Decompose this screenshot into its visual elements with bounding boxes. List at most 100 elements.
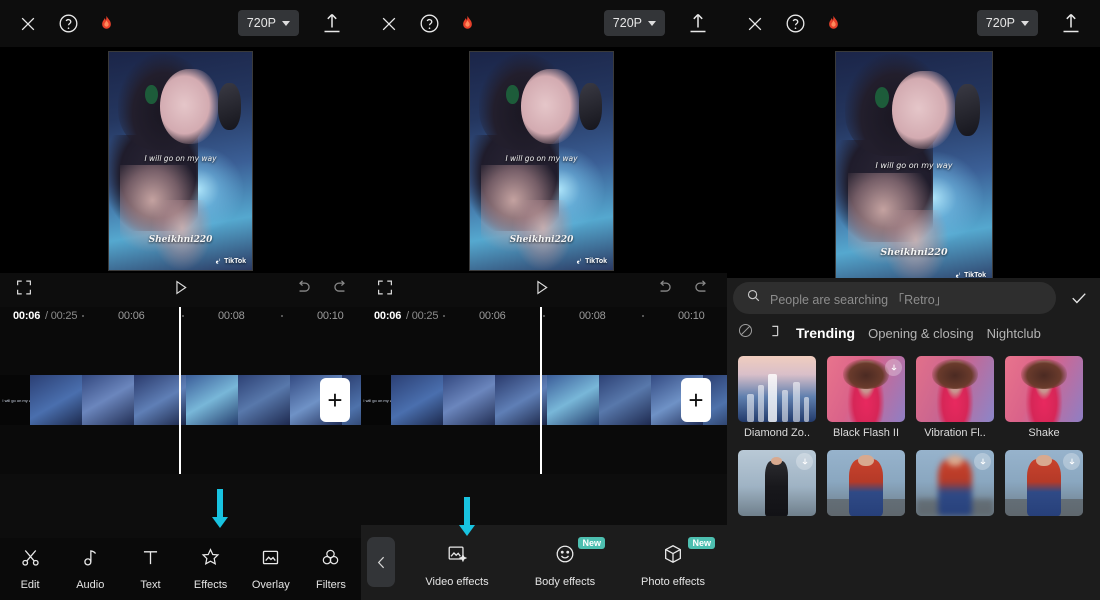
close-icon[interactable] [740,9,770,39]
video-caption: I will go on my way [875,161,953,171]
tool-photo-effects[interactable]: New Photo effects [619,537,727,588]
close-icon[interactable] [374,9,404,39]
effect-item[interactable]: Vibration Fl.. [916,356,994,439]
timeline-tracks[interactable]: I will go on my way + [361,307,727,474]
effect-item[interactable] [1005,450,1083,521]
tool-body-effects[interactable]: New Body effects [511,537,619,588]
filmstrip-cell[interactable] [599,375,651,425]
upload-icon[interactable] [1058,9,1084,37]
effect-thumbnail[interactable] [827,450,905,516]
search-input[interactable]: People are searching 「Retro」 [733,282,1056,314]
tool-filters[interactable]: Filters [301,547,361,591]
effect-thumbnail[interactable] [1005,450,1083,516]
filmstrip-cell[interactable] [547,375,599,425]
effect-thumbnail[interactable] [738,450,816,516]
tiktok-badge: TikTok [576,258,607,265]
download-icon[interactable] [1063,453,1080,470]
chevron-down-icon [1021,20,1029,26]
current-time-label: 00:06 [374,310,402,322]
effect-item[interactable]: Shake [1005,356,1083,439]
add-clip-button[interactable]: + [681,378,711,422]
tab-opening-closing[interactable]: Opening & closing [868,326,974,341]
download-icon[interactable] [885,359,902,376]
help-circle-icon[interactable] [55,11,81,37]
total-time-label: / 00:25 [45,310,78,322]
new-badge: New [688,537,715,549]
checkmark-icon[interactable] [1064,288,1094,308]
filmstrip-cell[interactable] [391,375,443,425]
flame-icon[interactable] [822,11,844,37]
effect-item[interactable] [738,450,816,521]
effect-thumbnail[interactable] [738,356,816,422]
tool-audio[interactable]: Audio [60,547,120,591]
help-circle-icon[interactable] [416,11,442,37]
playhead[interactable] [540,307,542,474]
search-row: People are searching 「Retro」 [727,278,1100,318]
flame-icon[interactable] [95,11,117,37]
effect-item[interactable] [916,450,994,521]
filmstrip-cell[interactable] [30,375,82,425]
editor-panel-effects-menu: 720P I will go on my way Sheikhni220 Tik… [361,0,727,600]
upload-icon[interactable] [319,9,345,37]
ruler-tick [642,315,644,317]
filmstrip-cell[interactable] [443,375,495,425]
redo-icon[interactable] [331,278,350,302]
back-button[interactable] [367,537,395,587]
effect-item[interactable]: Diamond Zo.. [738,356,816,439]
tool-label: Photo effects [640,576,705,588]
filmstrip-cell[interactable]: I will go on my way [361,375,397,425]
filmstrip-cell[interactable] [186,375,238,425]
effect-thumbnail[interactable] [1005,356,1083,422]
add-clip-button[interactable]: + [320,378,350,422]
bracket-crop-icon[interactable] [767,323,783,344]
timeline-ruler[interactable]: 00:06 / 00:25 00:06 00:08 00:10 [361,307,727,326]
effect-thumbnail[interactable] [827,356,905,422]
expand-icon[interactable] [376,279,394,302]
effect-label: Black Flash II [832,427,900,439]
three-circles-icon [320,547,341,573]
close-icon[interactable] [13,9,43,39]
upload-icon[interactable] [685,9,711,37]
tab-trending[interactable]: Trending [796,325,855,341]
no-effect-icon[interactable] [737,322,754,344]
effect-thumbnail[interactable] [916,356,994,422]
video-frame[interactable]: I will go on my way Sheikhni220 TikTok [469,51,614,271]
resolution-selector[interactable]: 720P [603,10,665,36]
redo-icon[interactable] [692,278,711,302]
tab-nightclub[interactable]: Nightclub [987,326,1041,341]
download-icon[interactable] [974,453,991,470]
tool-edit[interactable]: Edit [0,547,60,591]
tool-video-effects[interactable]: Video effects [403,543,511,588]
filmstrip-cell[interactable]: I will go on my way [0,375,36,425]
flame-icon[interactable] [456,11,478,37]
filmstrip-cell[interactable] [82,375,134,425]
tool-effects[interactable]: Effects [181,547,241,591]
timeline-tracks[interactable]: I will go on my way + [0,307,361,474]
download-icon[interactable] [796,453,813,470]
play-icon[interactable] [171,278,190,302]
tool-label: Effects [193,579,228,591]
playhead[interactable] [179,307,181,474]
down-arrow-annotation [212,489,228,528]
chevron-down-icon [648,20,656,26]
effect-item[interactable] [827,450,905,521]
help-circle-icon[interactable] [782,11,808,37]
effects-tab-bar: Trending Opening & closing Nightclub [727,318,1100,348]
effect-thumbnail[interactable] [916,450,994,516]
tool-overlay[interactable]: Overlay [241,547,301,591]
undo-icon[interactable] [294,278,313,302]
clip-filmstrip[interactable]: I will go on my way [361,375,727,425]
video-frame[interactable]: I will go on my way Sheikhni220 TikTok [835,51,993,285]
play-icon[interactable] [532,278,551,302]
expand-icon[interactable] [15,279,33,302]
effect-item[interactable]: Black Flash II [827,356,905,439]
resolution-selector[interactable]: 720P [976,10,1038,36]
smiley-face-icon [554,543,576,570]
tool-text[interactable]: Text [120,547,180,591]
resolution-selector[interactable]: 720P [237,10,299,36]
ruler-label: 00:08 [218,310,245,322]
video-frame[interactable]: I will go on my way Sheikhni220 TikTok [108,51,253,271]
undo-icon[interactable] [655,278,674,302]
filmstrip-cell[interactable] [238,375,290,425]
picture-overlay-icon [260,547,281,573]
